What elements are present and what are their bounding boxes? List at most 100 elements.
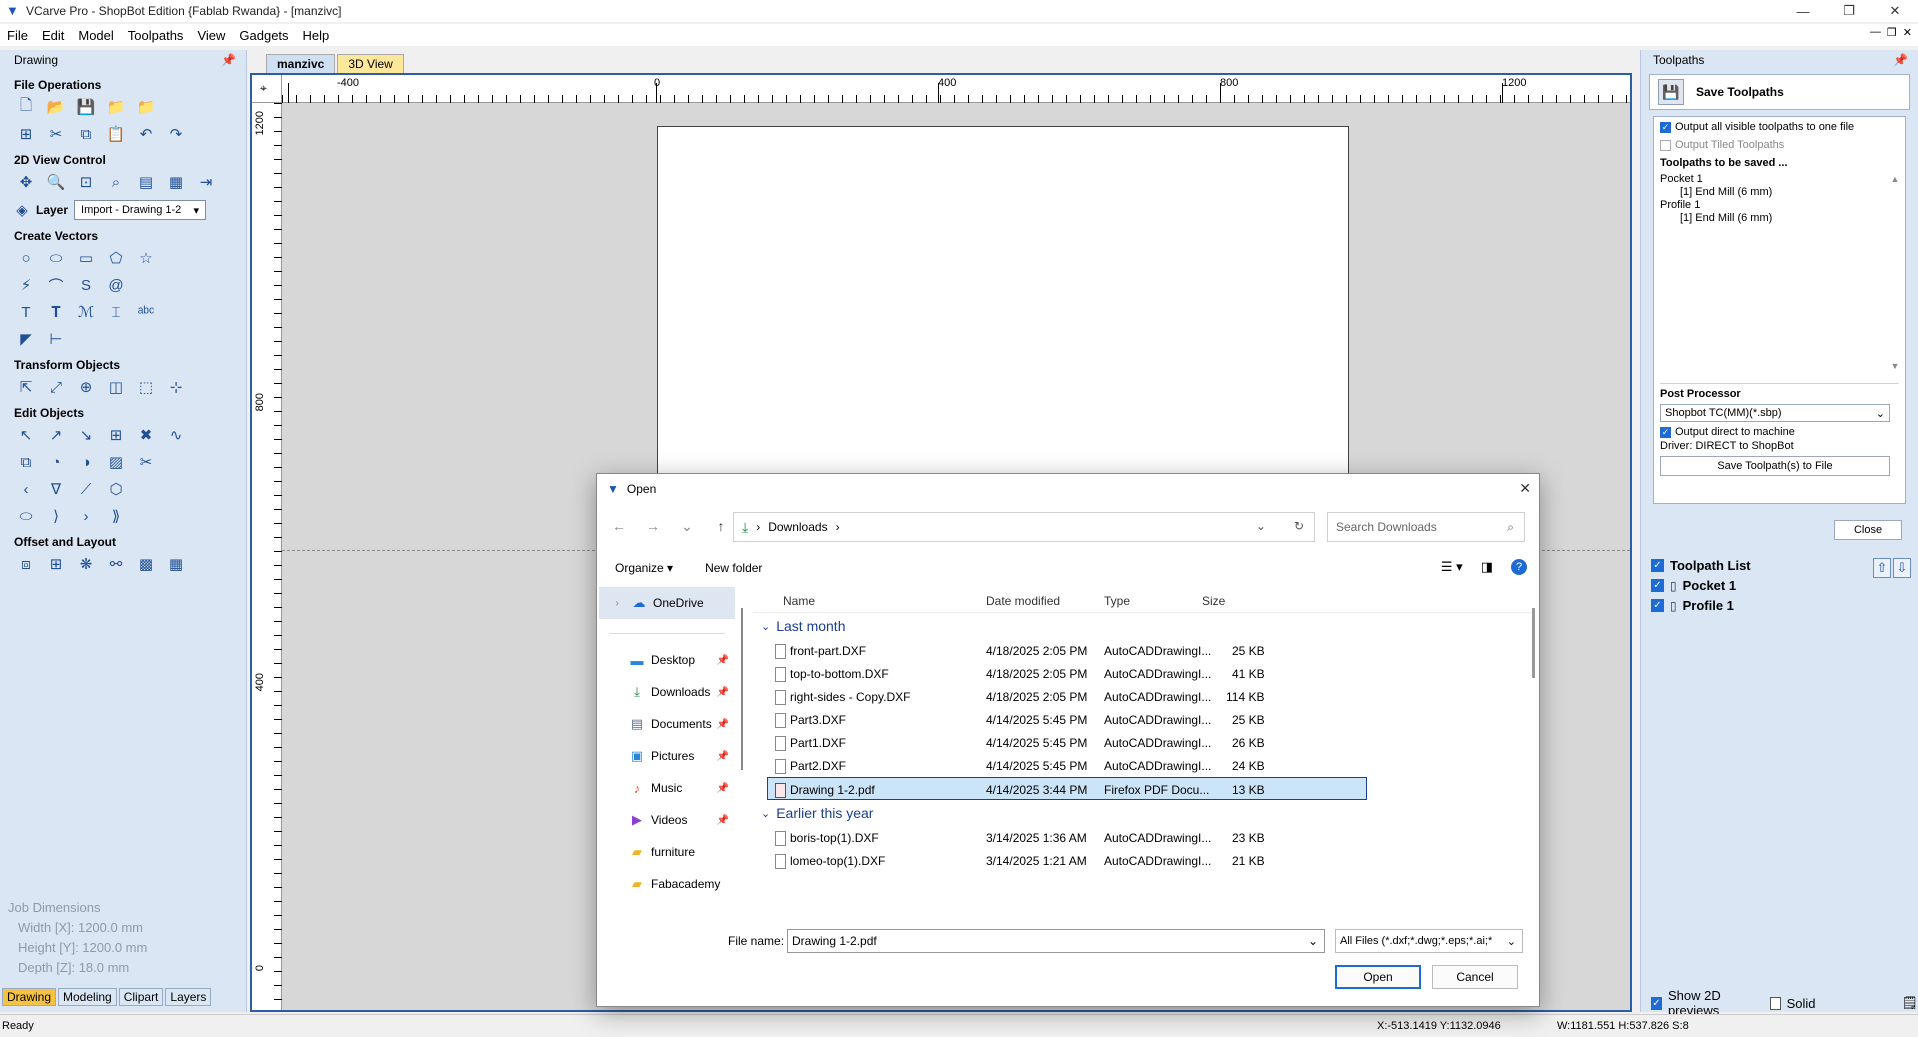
file-row-selected[interactable]: Drawing 1-2.pdf 4/14/2025 3:44 PM Firefo…: [767, 777, 1367, 800]
file-row[interactable]: Part3.DXF 4/14/2025 5:45 PM AutoCADDrawi…: [753, 708, 1533, 731]
column-date[interactable]: Date modified: [986, 594, 1060, 608]
cut-icon[interactable]: ✂: [44, 123, 68, 145]
save-toolpath-to-file-button[interactable]: Save Toolpath(s) to File: [1660, 456, 1890, 476]
checkbox-icon[interactable]: [1769, 996, 1781, 1010]
file-row[interactable]: lomeo-top(1).DXF 3/14/2025 1:21 AM AutoC…: [753, 849, 1533, 872]
toolpath-summary-icon[interactable]: 🗒: [1901, 995, 1918, 1011]
ruler-origin[interactable]: ⌖: [252, 75, 282, 103]
checkbox-checked-icon[interactable]: ✓: [1660, 426, 1671, 438]
file-row[interactable]: Part1.DXF 4/14/2025 5:45 PM AutoCADDrawi…: [753, 731, 1533, 754]
layer-select[interactable]: Import - Drawing 1-2 ▾: [74, 200, 207, 220]
nest-icon[interactable]: ▩: [134, 553, 158, 575]
pin-icon[interactable]: 📌: [717, 687, 729, 698]
scroll-up-icon[interactable]: ▲: [1891, 173, 1900, 186]
fillet-icon[interactable]: ‹: [14, 478, 38, 500]
file-row[interactable]: boris-top(1).DXF 3/14/2025 1:36 AM AutoC…: [753, 826, 1533, 849]
curve-fit-icon[interactable]: ⟩: [44, 505, 68, 527]
chevron-down-icon[interactable]: ⌄: [1308, 934, 1318, 948]
output-direct-option[interactable]: ✓ Output direct to machine: [1660, 426, 1899, 438]
auto-layout-text-icon[interactable]: ⌶: [104, 301, 128, 323]
nav-furniture[interactable]: ▰ furniture: [599, 836, 735, 868]
nav-scrollbar[interactable]: [741, 608, 743, 770]
scale-icon[interactable]: ⤢: [44, 376, 68, 398]
menu-file[interactable]: File: [0, 28, 35, 43]
star-icon[interactable]: ☆: [134, 247, 158, 269]
view-switch-icon[interactable]: ⇥: [194, 171, 218, 193]
text-on-curve-icon[interactable]: ℳ: [74, 301, 98, 323]
align-icon[interactable]: ⊕: [74, 376, 98, 398]
file-row[interactable]: top-to-bottom.DXF 4/18/2025 2:05 PM Auto…: [753, 662, 1533, 685]
copy-icon[interactable]: ⧉: [74, 123, 98, 145]
file-row[interactable]: right-sides - Copy.DXF 4/18/2025 2:05 PM…: [753, 685, 1533, 708]
new-folder-button[interactable]: New folder: [705, 561, 762, 575]
menu-view[interactable]: View: [190, 28, 232, 43]
intersect-icon[interactable]: ◑: [74, 451, 98, 473]
scissors-icon[interactable]: ✂: [134, 451, 158, 473]
nav-music[interactable]: ♪ Music 📌: [599, 772, 735, 804]
new-file-icon[interactable]: 🗋: [14, 96, 38, 118]
list-scrollbar[interactable]: ▲ ▼: [1889, 173, 1901, 373]
polygon-icon[interactable]: ⬠: [104, 247, 128, 269]
open-button[interactable]: Open: [1335, 965, 1421, 989]
column-name[interactable]: Name: [783, 594, 815, 608]
menu-model[interactable]: Model: [71, 28, 120, 43]
ellipse-icon[interactable]: ⬭: [44, 247, 68, 269]
offset-icon[interactable]: ⧈: [14, 553, 38, 575]
menu-edit[interactable]: Edit: [35, 28, 71, 43]
nav-pictures[interactable]: ▣ Pictures 📌: [599, 740, 735, 772]
move-up-icon[interactable]: ⇧: [1873, 558, 1891, 578]
column-type[interactable]: Type: [1104, 594, 1130, 608]
scroll-down-icon[interactable]: ▼: [1891, 360, 1900, 373]
dimension-icon[interactable]: ᵃᵇᶜ: [134, 301, 158, 323]
zoom-extents-icon[interactable]: ⊡: [74, 171, 98, 193]
search-input[interactable]: Search Downloads ⌕: [1327, 512, 1525, 542]
file-type-select[interactable]: All Files (*.dxf;*.dwg;*.eps;*.ai;* ⌄: [1335, 929, 1523, 953]
tab-drawing[interactable]: Drawing: [2, 988, 57, 1006]
checkbox-checked-icon[interactable]: ✓: [1651, 559, 1664, 572]
circle-icon[interactable]: ○: [14, 247, 38, 269]
pan-icon[interactable]: ✥: [14, 171, 38, 193]
smooth-icon[interactable]: ∿: [164, 424, 188, 446]
organize-button[interactable]: Organize ▾: [615, 561, 673, 575]
menu-gadgets[interactable]: Gadgets: [232, 28, 295, 43]
text-box-icon[interactable]: 𝐓: [44, 301, 68, 323]
maximize-button[interactable]: ❐: [1826, 0, 1872, 22]
refresh-icon[interactable]: ↻: [1294, 519, 1304, 533]
pin-icon[interactable]: 📌: [717, 751, 729, 762]
close-vectors-icon[interactable]: ⬭: [14, 505, 38, 527]
pin-icon[interactable]: 📌: [221, 53, 236, 67]
group-earlier-this-year[interactable]: ⌄ Earlier this year: [753, 800, 1533, 826]
up-arrow-icon[interactable]: ↑: [711, 518, 731, 534]
mdi-restore-button[interactable]: ❐: [1887, 26, 1897, 39]
array-icon[interactable]: ⊞: [44, 553, 68, 575]
minimize-button[interactable]: —: [1780, 0, 1826, 22]
set-origin-icon[interactable]: ⊹: [164, 376, 188, 398]
file-name-input[interactable]: Drawing 1-2.pdf ⌄: [787, 929, 1325, 953]
open-file-icon[interactable]: 📂: [44, 96, 68, 118]
curve-icon[interactable]: ⌒: [44, 274, 68, 296]
node-edit-icon[interactable]: ↗: [44, 424, 68, 446]
pin-icon[interactable]: 📌: [717, 815, 729, 826]
checkbox-checked-icon[interactable]: ✓: [1651, 996, 1662, 1010]
close-window-button[interactable]: ✕: [1872, 0, 1918, 22]
nav-downloads[interactable]: ⤓ Downloads 📌: [599, 676, 735, 708]
nav-fabacademy[interactable]: ▰ Fabacademy: [599, 868, 735, 900]
close-button[interactable]: Close: [1834, 520, 1902, 540]
redo-icon[interactable]: ↷: [164, 123, 188, 145]
zoom-icon[interactable]: 🔍: [44, 171, 68, 193]
forward-arrow-icon[interactable]: →: [643, 518, 663, 534]
interactive-icon[interactable]: ⊞: [104, 424, 128, 446]
preview-pane-icon[interactable]: ◨: [1481, 559, 1493, 575]
nav-onedrive[interactable]: › ☁ OneDrive: [599, 587, 735, 619]
column-size[interactable]: Size: [1202, 594, 1225, 608]
breadcrumb-downloads[interactable]: Downloads: [768, 520, 827, 534]
line-fit-icon[interactable]: ›: [74, 505, 98, 527]
help-icon[interactable]: ?: [1511, 559, 1527, 575]
tab-modeling[interactable]: Modeling: [58, 988, 117, 1006]
import-bitmap-icon[interactable]: 📁: [134, 96, 158, 118]
save-file-icon[interactable]: 💾: [74, 96, 98, 118]
recent-chevron-icon[interactable]: ⌄: [677, 518, 697, 535]
pin-icon[interactable]: 📌: [717, 719, 729, 730]
mdi-close-button[interactable]: ✕: [1903, 26, 1912, 39]
toolpath-item-pocket[interactable]: ✓ ▯ Pocket 1: [1651, 578, 1911, 593]
